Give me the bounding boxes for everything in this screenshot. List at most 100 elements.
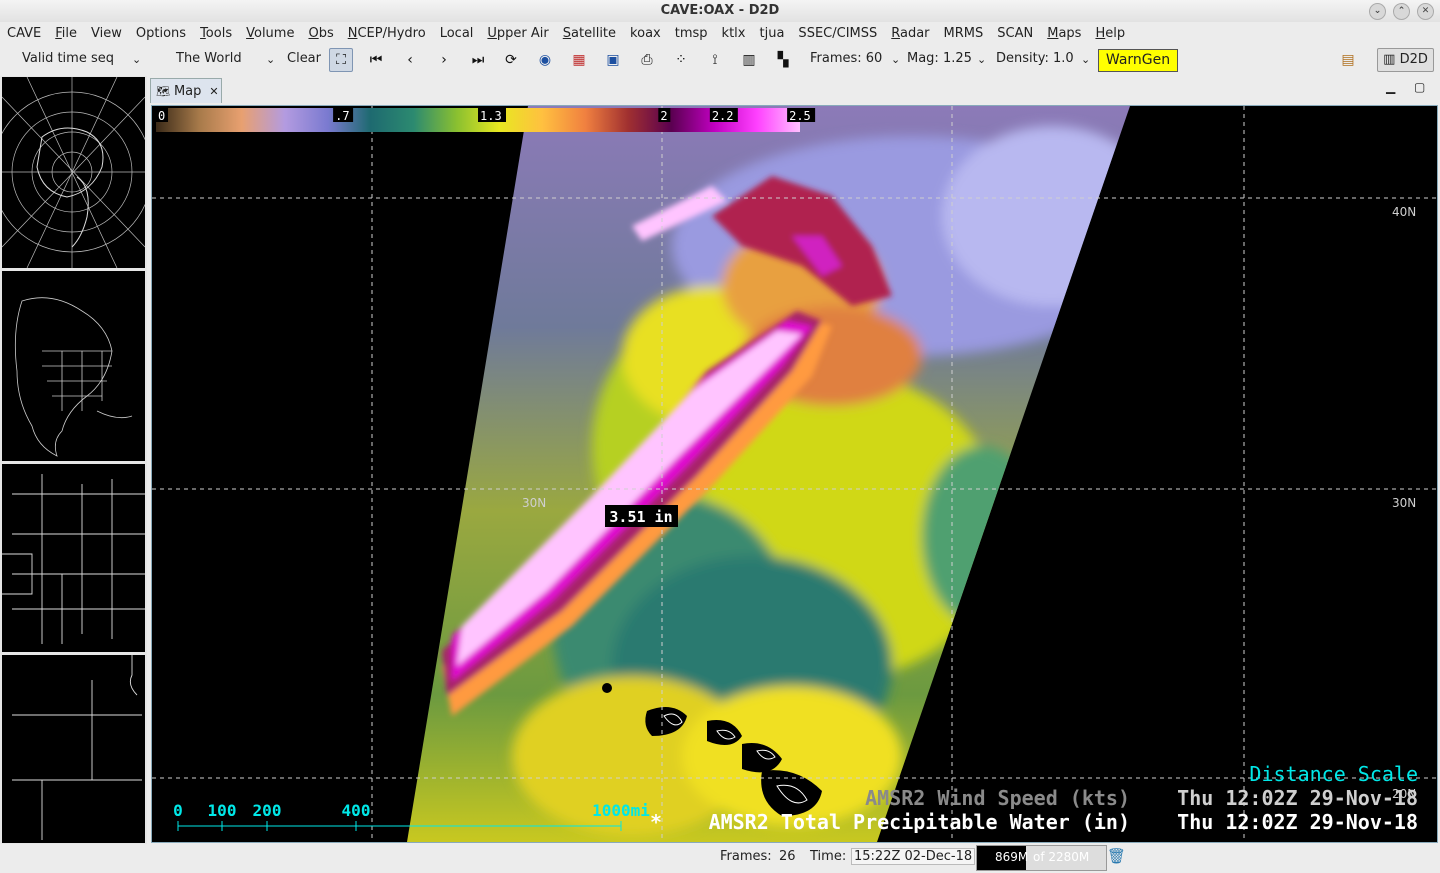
zoom-extent-icon[interactable]: ⛶ <box>329 48 353 72</box>
menu-ssec-cimss[interactable]: SSEC/CIMSS <box>791 26 884 41</box>
scale-tick-200: 200 <box>253 801 282 820</box>
main-toolbar: Valid time seq ⌄ The World ⌄ Clear ⛶ ⏮ ‹… <box>0 45 1440 75</box>
legend-wind-speed[interactable]: AMSR2 Wind Speed (kts) <box>865 786 1130 810</box>
thumbnail-panel <box>0 76 147 844</box>
thumbnail-central-us[interactable] <box>2 464 145 652</box>
trash-icon[interactable]: 🗑 <box>1107 847 1126 865</box>
menu-tmsp[interactable]: tmsp <box>668 26 715 41</box>
colorbar-label: 0 <box>158 109 165 123</box>
cursor-icon[interactable]: ⟟ <box>704 49 726 71</box>
step-back-icon[interactable]: ‹ <box>399 49 421 71</box>
menu-ktlx[interactable]: ktlx <box>715 26 753 41</box>
clear-button[interactable]: Clear <box>287 51 321 66</box>
first-frame-icon[interactable]: ⏮ <box>365 49 387 71</box>
menu-cave[interactable]: CAVE <box>0 26 48 41</box>
colorbar-label: 2 <box>660 109 667 123</box>
menu-radar[interactable]: Radar <box>884 26 936 41</box>
tab-map-label: Map <box>173 83 202 99</box>
menu-help[interactable]: Help <box>1088 26 1132 41</box>
thumbnail-north-america[interactable] <box>2 271 145 461</box>
map-display[interactable]: 40N 30N 30N 20N 0.7 1.3 2 2.2 2.5 3.51 in Di… <box>151 105 1438 843</box>
menu-koax[interactable]: koax <box>623 26 668 41</box>
step-forward-icon[interactable]: › <box>433 49 455 71</box>
colorbar-label: 2.5 <box>789 109 811 123</box>
thumbnail-nebraska[interactable] <box>2 655 145 843</box>
legend-wind-speed-time: Thu 12:02Z 29-Nov-18 <box>1177 786 1418 810</box>
menu-mrms[interactable]: MRMS <box>937 26 991 41</box>
print-icon[interactable]: ⎙ <box>636 49 658 71</box>
colorbar-label: 2.2 <box>712 109 734 123</box>
scale-tick-400: 400 <box>342 801 371 820</box>
menu-tjua[interactable]: tjua <box>752 26 791 41</box>
close-icon[interactable]: ✕ <box>1417 3 1434 20</box>
frames-label: Frames: <box>720 849 772 864</box>
last-frame-icon[interactable]: ⏭ <box>467 49 489 71</box>
menu-options[interactable]: Options <box>129 26 193 41</box>
legend-marker: * <box>650 810 662 834</box>
menu-upper-air[interactable]: Upper Air <box>480 26 555 41</box>
time-mode-dropdown[interactable]: Valid time seq <box>22 51 114 66</box>
density-dropdown[interactable]: Density: 1.0 <box>996 51 1074 66</box>
frames-chevron-icon[interactable]: ⌄ <box>891 53 900 66</box>
mag-chevron-icon[interactable]: ⌄ <box>977 53 986 66</box>
lat-label-40n: 40N <box>1392 205 1416 219</box>
scale-tick-100: 100 <box>208 801 237 820</box>
panel-layout-icon[interactable]: ▥ <box>738 49 760 71</box>
image-combination-icon[interactable]: ▣ <box>602 49 624 71</box>
colorbar-label: .7 <box>335 109 349 123</box>
window-titlebar: CAVE:OAX - D2D ⌄ ⌃ ✕ <box>0 0 1440 22</box>
map-canvas: 40N 30N 30N 20N 0.7 1.3 2 2.2 2.5 3.51 in Di… <box>152 106 1437 842</box>
legend-tpw-time: Thu 12:02Z 29-Nov-18 <box>1177 810 1418 834</box>
distance-scale-title: Distance Scale <box>1249 762 1418 786</box>
menu-satellite[interactable]: Satellite <box>556 26 623 41</box>
image-properties-icon[interactable]: ▦ <box>568 49 590 71</box>
menu-local[interactable]: Local <box>433 26 481 41</box>
frames-value: 26 <box>779 849 796 864</box>
legend-tpw[interactable]: AMSR2 Total Precipitable Water (in) <box>709 810 1130 834</box>
lat-label-30n-left: 30N <box>522 496 546 510</box>
memory-used: 869M <box>995 850 1029 864</box>
projection-chevron-icon[interactable]: ⌄ <box>266 53 275 66</box>
map-tab-icon: 🗺 <box>156 84 170 98</box>
d2d-perspective-button[interactable]: ▥ D2D <box>1377 48 1434 72</box>
window-title: CAVE:OAX - D2D <box>660 3 780 18</box>
minimize-icon[interactable]: ⌄ <box>1369 3 1386 20</box>
menu-tools[interactable]: Tools <box>193 26 239 41</box>
density-chevron-icon[interactable]: ⌄ <box>1081 53 1090 66</box>
magnification-dropdown[interactable]: Mag: 1.25 <box>907 51 972 66</box>
memory-monitor[interactable]: 869M of 2280M <box>976 845 1107 871</box>
menu-file[interactable]: File <box>48 26 84 41</box>
pane-layout-icon[interactable]: ▚ <box>772 49 794 71</box>
sample-icon[interactable]: ⁘ <box>670 49 692 71</box>
status-bar: Frames: 26 Time: 15:22Z 02-Dec-18 869M o… <box>0 845 1440 873</box>
menu-obs[interactable]: Obs <box>301 26 340 41</box>
time-mode-chevron-icon[interactable]: ⌄ <box>132 53 141 66</box>
d2d-icon: ▥ <box>1383 52 1396 67</box>
menu-scan[interactable]: SCAN <box>990 26 1040 41</box>
d2d-label: D2D <box>1399 52 1428 67</box>
thumbnail-world-polar[interactable] <box>2 77 145 268</box>
menu-ncep-hydro[interactable]: NCEP/Hydro <box>341 26 433 41</box>
menu-view[interactable]: View <box>84 26 129 41</box>
warngen-button[interactable]: WarnGen <box>1098 49 1178 72</box>
menu-bar: CAVE File View Options Tools Volume Obs … <box>0 22 1440 44</box>
tab-map[interactable]: 🗺 Map ✕ <box>150 78 222 103</box>
projection-dropdown[interactable]: The World <box>176 51 242 66</box>
open-perspective-icon[interactable]: ▤ <box>1337 49 1359 71</box>
colorbar: 0 .7 1.3 2 2.2 2.5 <box>156 108 816 132</box>
scale-tick-0: 0 <box>173 801 183 820</box>
pane-maximize-icon[interactable]: ▢ <box>1414 80 1425 94</box>
maximize-icon[interactable]: ⌃ <box>1393 3 1410 20</box>
memory-total: of 2280M <box>1033 850 1090 864</box>
loop-icon[interactable]: ⟳ <box>500 49 522 71</box>
menu-volume[interactable]: Volume <box>239 26 301 41</box>
pane-minimize-icon[interactable]: ▁ <box>1386 80 1395 94</box>
colorbar-label: 1.3 <box>480 109 502 123</box>
editor-tabbar: 🗺 Map ✕ ▁ ▢ <box>150 78 1440 103</box>
time-value: 15:22Z 02-Dec-18 <box>851 848 976 865</box>
tab-close-icon[interactable]: ✕ <box>209 85 218 98</box>
frames-dropdown[interactable]: Frames: 60 <box>810 51 882 66</box>
loop-properties-icon[interactable]: ◉ <box>534 49 556 71</box>
time-label: Time: <box>810 849 847 864</box>
menu-maps[interactable]: Maps <box>1040 26 1088 41</box>
